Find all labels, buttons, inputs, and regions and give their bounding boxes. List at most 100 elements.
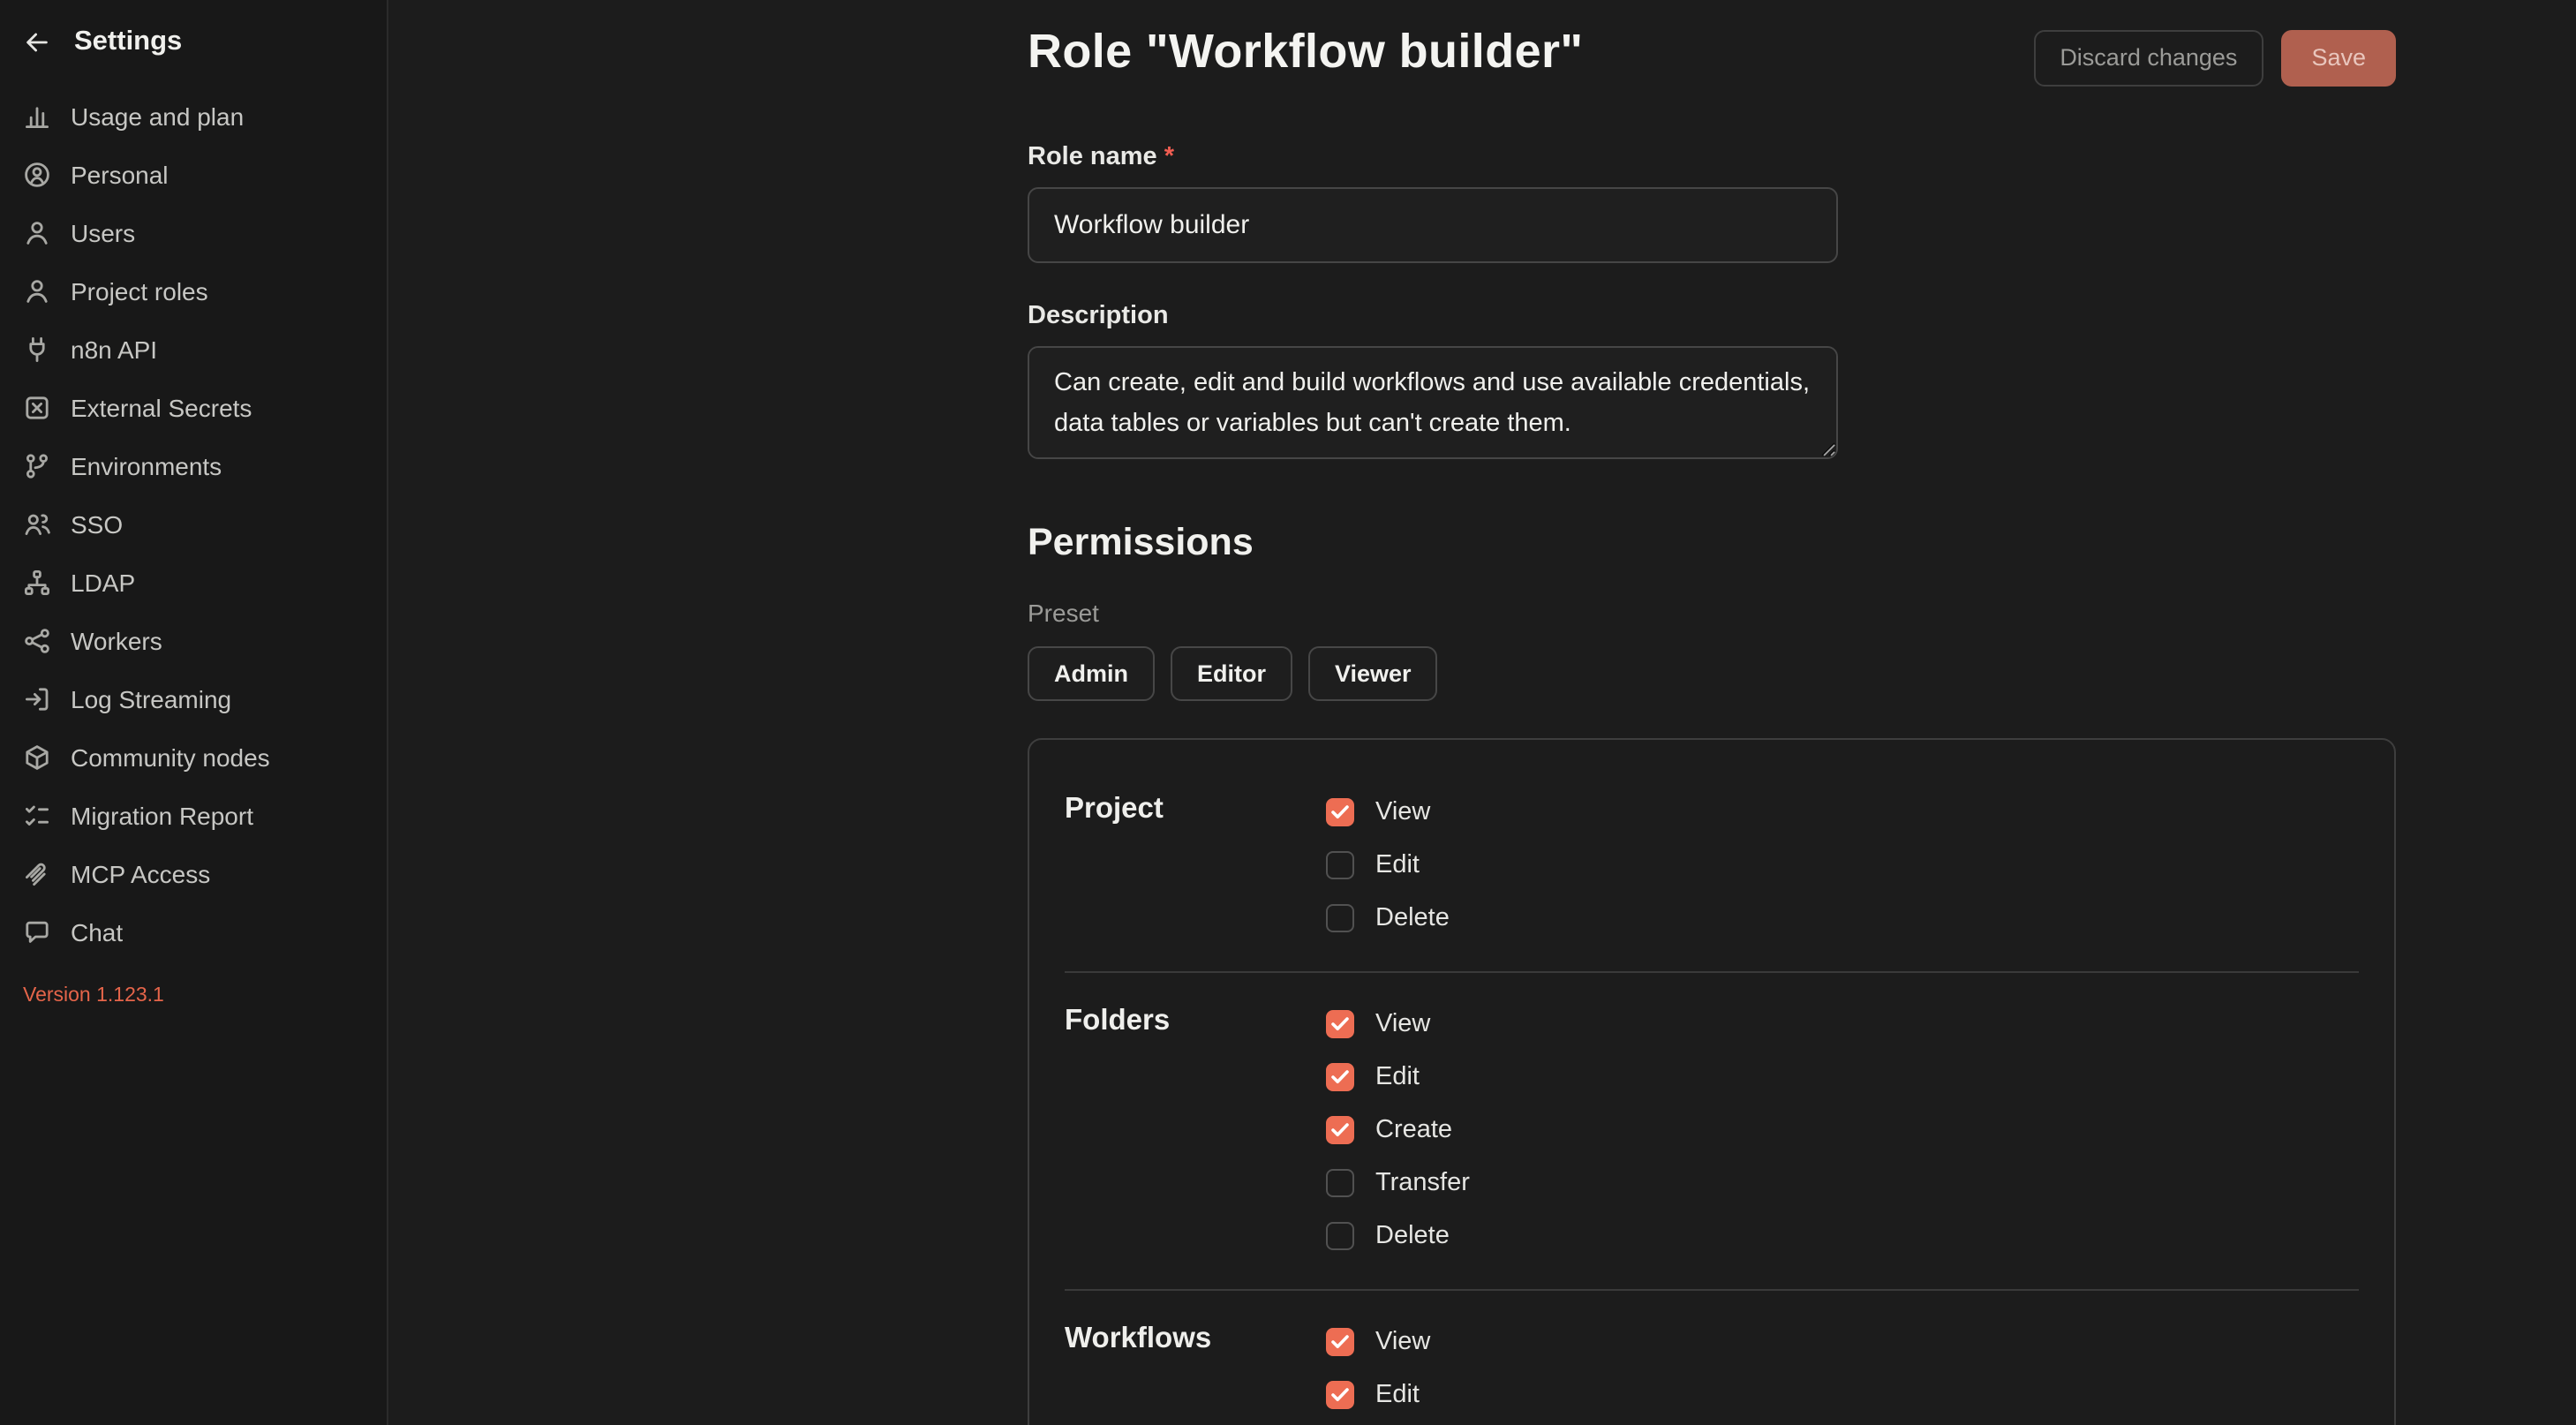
permission-option-label: Delete	[1375, 904, 1450, 932]
settings-title: Settings	[74, 26, 182, 58]
permission-folders-create[interactable]: Create	[1326, 1104, 1470, 1157]
permission-folders-view[interactable]: View	[1326, 998, 1470, 1051]
user-circle-icon	[23, 160, 51, 188]
sidebar-item-external-secrets[interactable]: External Secrets	[0, 378, 387, 436]
permission-option-label: Delete	[1375, 1222, 1450, 1250]
mcp-icon	[23, 859, 51, 887]
preset-label: Preset	[1028, 598, 2396, 626]
network-icon	[23, 568, 51, 596]
role-name-label-text: Role name	[1028, 142, 1157, 170]
user-icon	[23, 218, 51, 246]
sidebar-item-label: Community nodes	[71, 743, 270, 771]
checkbox[interactable]	[1326, 798, 1354, 826]
settings-back-header[interactable]: Settings	[0, 0, 387, 79]
arrow-left-icon[interactable]	[23, 28, 51, 57]
sidebar-item-mcp-access[interactable]: MCP Access	[0, 844, 387, 902]
permission-folders-delete[interactable]: Delete	[1326, 1210, 1470, 1263]
sidebar-item-project-roles[interactable]: Project roles	[0, 261, 387, 320]
preset-button-editor[interactable]: Editor	[1171, 645, 1292, 701]
checkbox[interactable]	[1326, 904, 1354, 932]
sidebar-item-label: MCP Access	[71, 859, 210, 887]
preset-button-admin[interactable]: Admin	[1028, 645, 1155, 701]
sidebar: Settings Usage and plan Personal Users P…	[0, 0, 388, 1425]
sidebar-item-label: Project roles	[71, 276, 208, 305]
permission-options: View Edit Delete	[1326, 786, 1450, 945]
sidebar-item-personal[interactable]: Personal	[0, 145, 387, 203]
permission-option-label: Transfer	[1375, 1169, 1470, 1197]
api-icon	[23, 335, 51, 363]
discard-changes-button[interactable]: Discard changes	[2033, 30, 2263, 86]
sidebar-item-n8n-api[interactable]: n8n API	[0, 320, 387, 378]
settings-page: Settings Usage and plan Personal Users P…	[0, 0, 2576, 1425]
permission-workflows-edit[interactable]: Edit	[1326, 1368, 1452, 1421]
sidebar-item-log-streaming[interactable]: Log Streaming	[0, 669, 387, 728]
chat-icon	[23, 917, 51, 946]
required-marker: *	[1164, 142, 1174, 170]
permission-group-name: Folders	[1065, 998, 1326, 1263]
permission-folders-transfer[interactable]: Transfer	[1326, 1157, 1470, 1210]
permission-group-project: Project View Edit Delete	[1065, 761, 2359, 973]
sso-icon	[23, 509, 51, 538]
role-name-field: Role name*	[1028, 142, 2396, 262]
checkbox[interactable]	[1326, 851, 1354, 879]
sidebar-item-migration-report[interactable]: Migration Report	[0, 786, 387, 844]
permission-workflows-view[interactable]: View	[1326, 1316, 1452, 1368]
sidebar-item-chat[interactable]: Chat	[0, 902, 387, 961]
sidebar-item-label: Log Streaming	[71, 684, 231, 712]
sidebar-item-environments[interactable]: Environments	[0, 436, 387, 494]
permission-folders-edit[interactable]: Edit	[1326, 1051, 1470, 1104]
permission-group-folders: Folders View Edit Create Transfer Delete	[1065, 973, 2359, 1291]
permission-option-label: View	[1375, 1010, 1430, 1038]
role-name-input[interactable]	[1028, 186, 1838, 262]
sidebar-item-workers[interactable]: Workers	[0, 611, 387, 669]
checklist-icon	[23, 801, 51, 829]
save-button[interactable]: Save	[2281, 30, 2396, 86]
sidebar-item-label: Users	[71, 218, 135, 246]
sidebar-item-label: Usage and plan	[71, 102, 244, 130]
sidebar-item-ldap[interactable]: LDAP	[0, 553, 387, 611]
permission-workflows-create[interactable]: Create	[1326, 1421, 1452, 1425]
sidebar-nav: Usage and plan Personal Users Project ro…	[0, 79, 387, 961]
checkbox[interactable]	[1326, 1169, 1354, 1197]
sidebar-item-label: Migration Report	[71, 801, 253, 829]
checkbox[interactable]	[1326, 1381, 1354, 1409]
vault-icon	[23, 393, 51, 421]
permission-options: View Edit Create	[1326, 1316, 1452, 1425]
permission-group-name: Project	[1065, 786, 1326, 945]
preset-button-viewer[interactable]: Viewer	[1308, 645, 1438, 701]
main-content: Role "Workflow builder" Discard changes …	[388, 0, 2576, 1425]
permissions-heading: Permissions	[1028, 520, 2396, 564]
sidebar-item-label: SSO	[71, 509, 123, 538]
git-branch-icon	[23, 451, 51, 479]
checkbox[interactable]	[1326, 1063, 1354, 1091]
user-role-icon	[23, 276, 51, 305]
checkbox[interactable]	[1326, 1222, 1354, 1250]
preset-buttons: Admin Editor Viewer	[1028, 645, 2396, 701]
permission-project-view[interactable]: View	[1326, 786, 1450, 839]
permission-options: View Edit Create Transfer Delete	[1326, 998, 1470, 1263]
permission-option-label: View	[1375, 798, 1430, 826]
checkbox[interactable]	[1326, 1328, 1354, 1356]
permission-group-name: Workflows	[1065, 1316, 1326, 1425]
description-field: Description Can create, edit and build w…	[1028, 301, 2396, 467]
sidebar-item-label: Chat	[71, 917, 123, 946]
sidebar-item-usage-and-plan[interactable]: Usage and plan	[0, 87, 387, 145]
sidebar-item-label: LDAP	[71, 568, 135, 596]
checkbox[interactable]	[1326, 1010, 1354, 1038]
description-input[interactable]: Can create, edit and build workflows and…	[1028, 345, 1838, 458]
sidebar-item-community-nodes[interactable]: Community nodes	[0, 728, 387, 786]
sidebar-item-users[interactable]: Users	[0, 203, 387, 261]
permission-project-delete[interactable]: Delete	[1326, 892, 1450, 945]
sidebar-item-sso[interactable]: SSO	[0, 494, 387, 553]
chart-icon	[23, 102, 51, 130]
sidebar-item-label: n8n API	[71, 335, 157, 363]
description-label: Description	[1028, 301, 2396, 329]
log-stream-icon	[23, 684, 51, 712]
permissions-panel: Project View Edit Delete Folders View Ed…	[1028, 738, 2396, 1425]
checkbox[interactable]	[1326, 1116, 1354, 1144]
sidebar-item-label: Personal	[71, 160, 169, 188]
page-title: Role "Workflow builder"	[1028, 25, 1583, 79]
permission-option-label: View	[1375, 1328, 1430, 1356]
permission-project-edit[interactable]: Edit	[1326, 839, 1450, 892]
sidebar-item-label: Workers	[71, 626, 162, 654]
